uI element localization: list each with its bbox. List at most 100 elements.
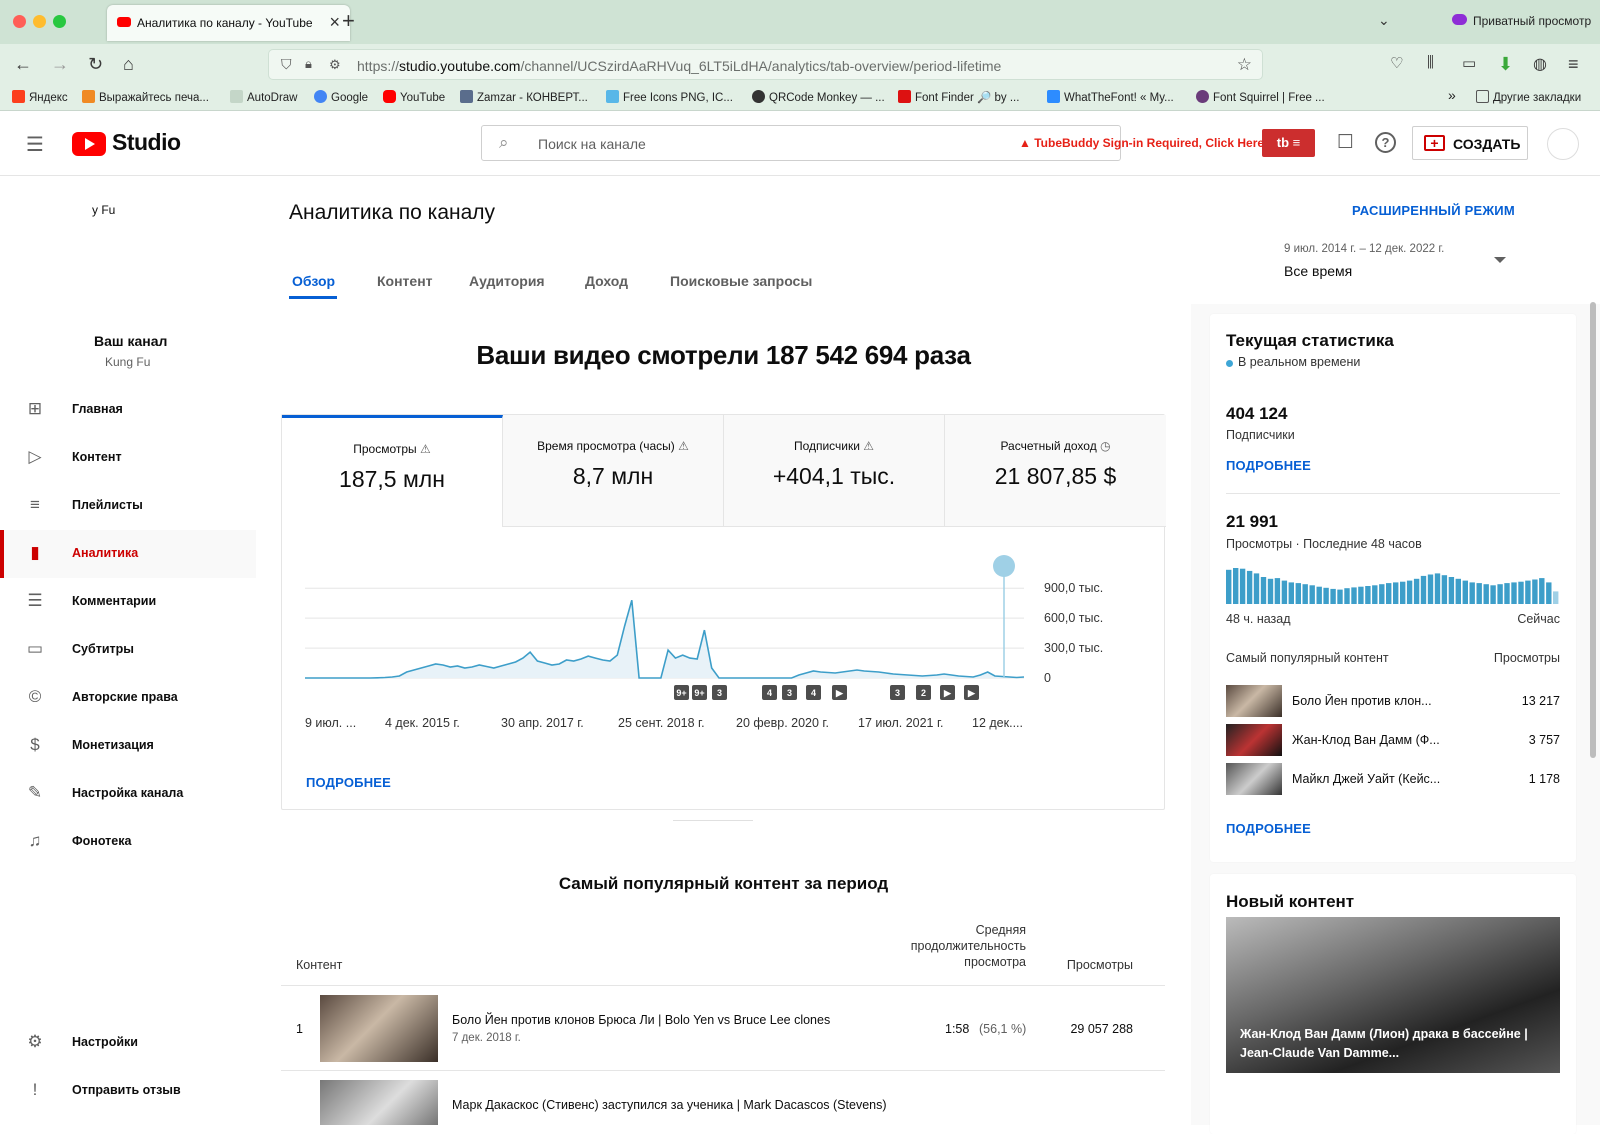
address-bar[interactable]: ⛉ 🔒︎ ⚙ https://studio.youtube.com/channe… [268,49,1263,80]
lock-icon[interactable]: 🔒︎ [305,56,312,72]
shield-icon[interactable]: ⛉ [281,56,292,73]
bookmark-item[interactable]: AutoDraw [230,90,298,104]
video-thumbnail[interactable] [320,995,438,1062]
hamburger-menu-icon[interactable]: ☰ [26,132,44,157]
advanced-mode-button[interactable]: РАСШИРЕННЫЙ РЕЖИМ [1352,203,1515,218]
youtube-logo-icon[interactable] [72,132,106,156]
new-content-thumbnail[interactable]: Жан-Клод Ван Дамм (Лион) драка в бассейн… [1226,917,1560,1073]
popular-more-link[interactable]: ПОДРОБНЕЕ [1226,821,1311,836]
sidebar-item-playlists[interactable]: ≡ Плейлисты [0,482,256,530]
sidebar-item-settings[interactable]: ⚙ Настройки [0,1019,256,1067]
back-icon[interactable]: ← [14,54,32,75]
sidebar-item-content[interactable]: ▷ Контент [0,434,256,482]
realtime-bar [1441,575,1448,604]
col-header-avg-duration[interactable]: Средняя продолжительность просмотра [876,922,1026,970]
video-title[interactable]: Боло Йен против клонов Брюса Ли | Bolo Y… [452,1013,830,1027]
tab-content[interactable]: Контент [377,273,433,289]
more-bookmarks-chevron-icon[interactable]: » [1448,87,1456,103]
realtime-bar [1302,584,1308,604]
popular-item[interactable]: Майкл Джей Уайт (Кейс... 1 178 [1226,763,1560,795]
views-chart[interactable]: 900,0 тыс. 600,0 тыс. 300,0 тыс. 0 9 июл. ..… [256,304,1191,864]
popular-item[interactable]: Боло Йен против клон... 13 217 [1226,685,1560,717]
messages-icon[interactable]: ☐ [1337,131,1354,154]
bookmark-item[interactable]: QRCode Monkey — ... [752,90,885,104]
col-header-views[interactable]: Просмотры [1056,958,1133,972]
sidebar-item-subtitles[interactable]: ▭ Субтитры [0,626,256,674]
col-header-content[interactable]: Контент [296,958,342,972]
permissions-icon[interactable]: ⚙ [329,57,341,73]
y-tick-label: 0 [1044,671,1051,685]
free-icons-icon [606,90,619,103]
avg-percent: (56,1 %) [979,1022,1027,1036]
bookmark-item[interactable]: Free Icons PNG, IC... [606,90,733,104]
sidebar-item-customization[interactable]: ✎ Настройка канала [0,770,256,818]
subtitles-icon: ▭ [26,639,44,658]
sidebar-item-analytics[interactable]: ▮ Аналитика [0,530,256,578]
bookmark-item[interactable]: YouTube [383,90,445,104]
video-thumbnail[interactable] [320,1080,438,1125]
bookmark-item[interactable]: Font Squirrel | Free ... [1196,90,1325,104]
bookmark-item[interactable]: Zamzar - КОНВЕРТ... [460,90,588,104]
your-channel-label[interactable]: Ваш канал [94,333,167,349]
bookmark-favicon-icon [82,90,95,103]
bookmark-item[interactable]: Яндекс [12,90,68,104]
annotation-badge-label: 4 [767,688,772,698]
other-bookmarks[interactable]: Другие закладки [1476,90,1581,104]
sidebar-item-monetization[interactable]: $ Монетизация [0,722,256,770]
sidebar-item-copyright[interactable]: © Авторские права [0,674,256,722]
pocket-icon[interactable]: ♡ [1390,54,1403,72]
browser-tab[interactable]: Аналитика по каналу - YouTube × [107,5,350,41]
browser-nav-bar: ← → ↻ ⌂ ⛉ 🔒︎ ⚙ https://studio.youtube.co… [0,44,1600,84]
qrcode-monkey-icon [752,90,765,103]
help-icon[interactable]: ? [1375,132,1396,153]
reload-icon[interactable]: ↻ [88,54,103,75]
bookmark-item[interactable]: Выражайтесь печа... [82,90,209,104]
range-right: Сейчас [1517,612,1560,626]
extension-globe-icon[interactable]: ◍ [1533,54,1547,74]
sidebar-item-dashboard[interactable]: ⊞ Главная [0,386,256,434]
tab-list-chevron-icon[interactable]: ⌄ [1378,12,1390,29]
sidebar-item-audio-library[interactable]: ♫ Фонотека [0,818,256,866]
yandex-icon [12,90,25,103]
bookmark-item[interactable]: Google [314,90,368,104]
subscribers-more-link[interactable]: ПОДРОБНЕЕ [1226,458,1311,473]
library-icon[interactable]: ⫼ [1427,54,1434,71]
tab-overview[interactable]: Обзор [292,273,335,289]
period-selector[interactable]: 9 июл. 2014 г. – 12 дек. 2022 г. Все вре… [1284,241,1506,285]
create-button[interactable]: + СОЗДАТЬ [1412,126,1528,160]
close-window-button[interactable] [13,15,26,28]
feedback-icon: ! [32,1080,38,1099]
video-title[interactable]: Марк Дакаскос (Стивенс) заступился за уч… [452,1098,887,1112]
realtime-bar [1226,569,1232,604]
maximize-window-button[interactable] [53,15,66,28]
sidebar-toggle-icon[interactable]: ▭ [1462,54,1476,72]
realtime-bar [1511,582,1517,604]
x-tick-label: 20 февр. 2020 г. [736,716,829,730]
sidebar-item-feedback[interactable]: ! Отправить отзыв [0,1067,256,1115]
search-input[interactable]: ⌕ Поиск на канале ▲ TubeBuddy Sign-in Re… [481,125,1264,161]
tab-search-queries[interactable]: Поисковые запросы [670,273,812,289]
minimize-window-button[interactable] [33,15,46,28]
bookmark-item[interactable]: Font Finder 🔎 by ... [898,90,1019,104]
table-row[interactable]: Марк Дакаскос (Стивенс) заступился за уч… [281,1071,1165,1125]
bookmark-star-icon[interactable]: ☆ [1237,55,1252,75]
home-icon[interactable]: ⌂ [123,54,134,75]
download-icon[interactable]: ⬇ [1498,54,1513,75]
tab-revenue[interactable]: Доход [585,273,628,289]
tubebuddy-menu-icon[interactable]: tb ≡ [1262,129,1315,157]
forward-icon[interactable]: → [51,54,69,75]
avatar[interactable] [1547,128,1579,160]
popular-item[interactable]: Жан-Клод Ван Дамм (Ф... 3 757 [1226,724,1560,756]
scrollbar[interactable] [1590,302,1596,758]
close-tab-icon[interactable]: × [329,12,340,33]
bookmark-item[interactable]: WhatTheFont! « My... [1047,90,1174,104]
sidebar-item-comments[interactable]: ☰ Комментарии [0,578,256,626]
new-tab-button[interactable]: + [342,8,355,34]
realtime-bar [1316,586,1322,604]
customization-icon: ✎ [27,783,43,802]
tab-audience[interactable]: Аудитория [469,273,545,289]
tubebuddy-warning[interactable]: ▲ TubeBuddy Sign-in Required, Click Here [1019,136,1264,150]
realtime-bar-chart[interactable] [1226,566,1560,604]
table-row[interactable]: 1 Боло Йен против клонов Брюса Ли | Bolo… [281,986,1165,1070]
menu-icon[interactable]: ≡ [1568,54,1579,75]
